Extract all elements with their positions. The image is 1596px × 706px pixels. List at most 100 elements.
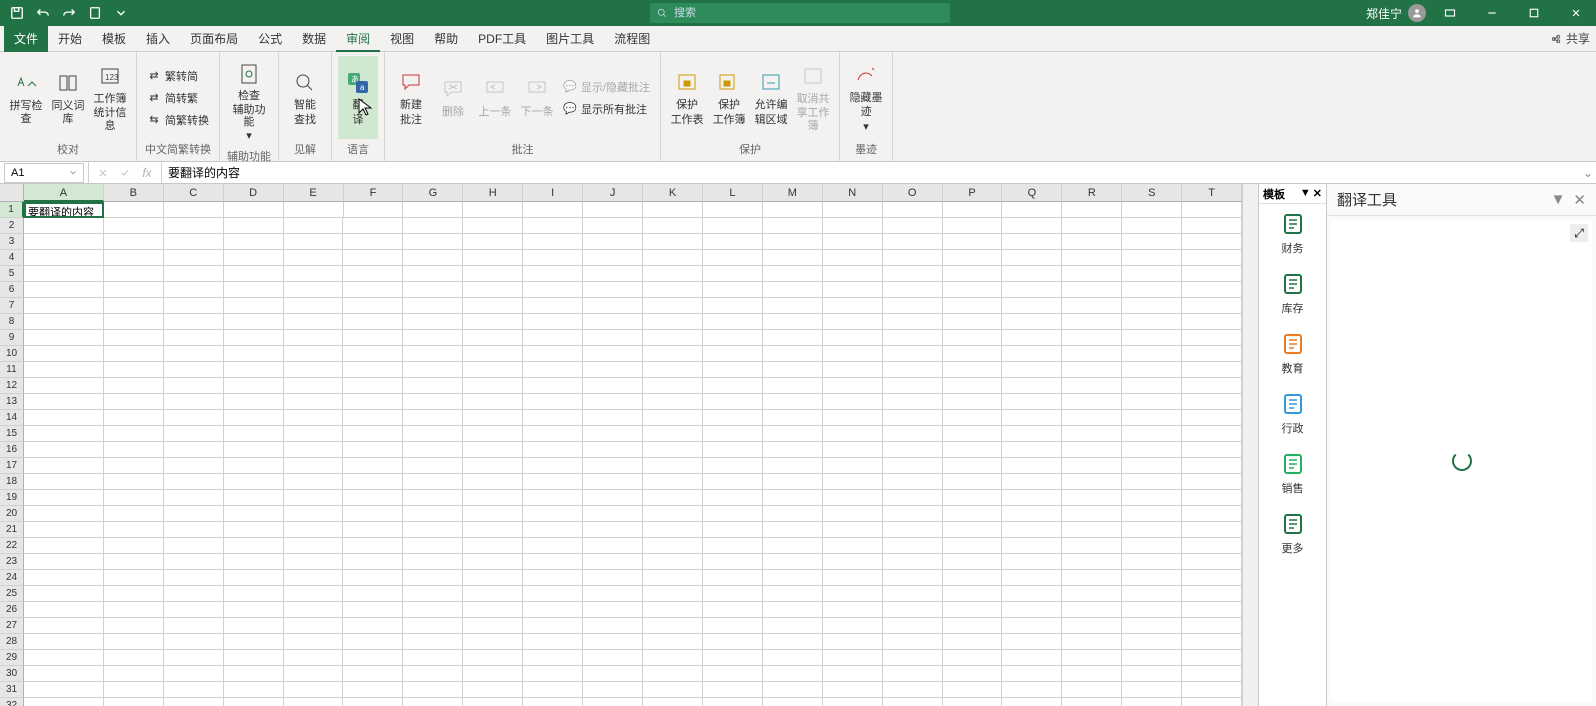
cell-P1[interactable] <box>943 202 1003 218</box>
cell-K31[interactable] <box>643 682 703 698</box>
cell-M6[interactable] <box>763 282 823 298</box>
cell-P29[interactable] <box>943 650 1003 666</box>
cell-B14[interactable] <box>104 410 164 426</box>
cell-P26[interactable] <box>943 602 1003 618</box>
cell-O3[interactable] <box>883 234 943 250</box>
cell-T19[interactable] <box>1182 490 1242 506</box>
cell-M12[interactable] <box>763 378 823 394</box>
cell-I16[interactable] <box>523 442 583 458</box>
cell-R25[interactable] <box>1062 586 1122 602</box>
cell-E16[interactable] <box>284 442 344 458</box>
cell-E21[interactable] <box>284 522 344 538</box>
cell-A5[interactable] <box>24 266 104 282</box>
cell-I11[interactable] <box>523 362 583 378</box>
cell-S19[interactable] <box>1122 490 1182 506</box>
cell-J16[interactable] <box>583 442 643 458</box>
cell-H6[interactable] <box>463 282 523 298</box>
cell-C16[interactable] <box>164 442 224 458</box>
cell-H4[interactable] <box>463 250 523 266</box>
cell-Q12[interactable] <box>1002 378 1062 394</box>
cell-N2[interactable] <box>823 218 883 234</box>
cell-Q31[interactable] <box>1002 682 1062 698</box>
cell-T16[interactable] <box>1182 442 1242 458</box>
cell-S23[interactable] <box>1122 554 1182 570</box>
spellcheck-button[interactable]: 拼写检查 <box>6 56 46 139</box>
cell-T23[interactable] <box>1182 554 1242 570</box>
cell-K2[interactable] <box>643 218 703 234</box>
cell-R1[interactable] <box>1062 202 1122 218</box>
undo-button[interactable] <box>32 2 54 24</box>
cell-D12[interactable] <box>224 378 284 394</box>
cell-F14[interactable] <box>343 410 403 426</box>
cell-E18[interactable] <box>284 474 344 490</box>
cell-A32[interactable] <box>24 698 104 706</box>
cell-K9[interactable] <box>643 330 703 346</box>
cell-O8[interactable] <box>883 314 943 330</box>
cell-S16[interactable] <box>1122 442 1182 458</box>
cell-A17[interactable] <box>24 458 104 474</box>
cell-M4[interactable] <box>763 250 823 266</box>
cell-H19[interactable] <box>463 490 523 506</box>
cell-I14[interactable] <box>523 410 583 426</box>
cell-L25[interactable] <box>703 586 763 602</box>
cell-L12[interactable] <box>703 378 763 394</box>
search-box[interactable] <box>650 3 950 23</box>
cell-Q16[interactable] <box>1002 442 1062 458</box>
cell-O7[interactable] <box>883 298 943 314</box>
cell-G4[interactable] <box>403 250 463 266</box>
cell-B27[interactable] <box>104 618 164 634</box>
cell-K5[interactable] <box>643 266 703 282</box>
cell-D29[interactable] <box>224 650 284 666</box>
cell-P19[interactable] <box>943 490 1003 506</box>
cell-E22[interactable] <box>284 538 344 554</box>
row-header-31[interactable]: 31 <box>0 682 24 698</box>
cell-I18[interactable] <box>523 474 583 490</box>
cell-P2[interactable] <box>943 218 1003 234</box>
column-header-P[interactable]: P <box>943 184 1003 202</box>
cell-I32[interactable] <box>523 698 583 706</box>
cell-E1[interactable] <box>284 202 344 218</box>
cell-J22[interactable] <box>583 538 643 554</box>
protect-workbook-button[interactable]: 保护工作簿 <box>709 56 749 139</box>
cell-F3[interactable] <box>343 234 403 250</box>
row-header-23[interactable]: 23 <box>0 554 24 570</box>
cell-O27[interactable] <box>883 618 943 634</box>
cell-R18[interactable] <box>1062 474 1122 490</box>
cell-L29[interactable] <box>703 650 763 666</box>
cell-G2[interactable] <box>403 218 463 234</box>
cell-K13[interactable] <box>643 394 703 410</box>
cell-D18[interactable] <box>224 474 284 490</box>
cell-O14[interactable] <box>883 410 943 426</box>
cell-F11[interactable] <box>343 362 403 378</box>
cell-T27[interactable] <box>1182 618 1242 634</box>
column-header-S[interactable]: S <box>1122 184 1182 202</box>
cell-J17[interactable] <box>583 458 643 474</box>
cell-Q6[interactable] <box>1002 282 1062 298</box>
cell-B12[interactable] <box>104 378 164 394</box>
cell-Q17[interactable] <box>1002 458 1062 474</box>
cell-H23[interactable] <box>463 554 523 570</box>
cell-I26[interactable] <box>523 602 583 618</box>
allow-edit-ranges-button[interactable]: 允许编辑区域 <box>751 56 791 139</box>
cell-G10[interactable] <box>403 346 463 362</box>
cell-B20[interactable] <box>104 506 164 522</box>
cell-F20[interactable] <box>343 506 403 522</box>
cell-S1[interactable] <box>1122 202 1182 218</box>
cell-B1[interactable] <box>104 202 164 218</box>
row-header-12[interactable]: 12 <box>0 378 24 394</box>
cell-P4[interactable] <box>943 250 1003 266</box>
cell-K20[interactable] <box>643 506 703 522</box>
cell-K19[interactable] <box>643 490 703 506</box>
cell-R3[interactable] <box>1062 234 1122 250</box>
cell-J13[interactable] <box>583 394 643 410</box>
cell-A7[interactable] <box>24 298 104 314</box>
cell-N27[interactable] <box>823 618 883 634</box>
column-header-C[interactable]: C <box>164 184 224 202</box>
cell-M24[interactable] <box>763 570 823 586</box>
cell-P32[interactable] <box>943 698 1003 706</box>
cell-Q15[interactable] <box>1002 426 1062 442</box>
cell-G24[interactable] <box>403 570 463 586</box>
cell-R16[interactable] <box>1062 442 1122 458</box>
cell-M8[interactable] <box>763 314 823 330</box>
cell-J32[interactable] <box>583 698 643 706</box>
